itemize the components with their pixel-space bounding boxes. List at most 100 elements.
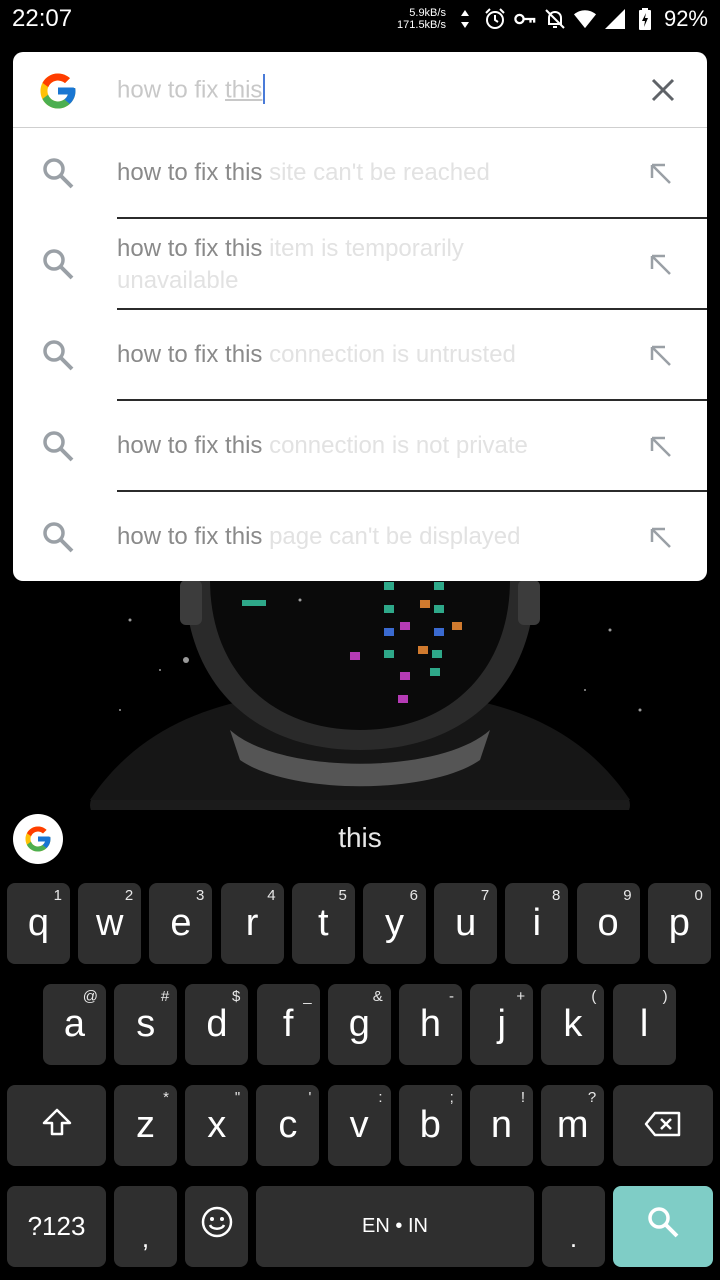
key-e[interactable]: e3 — [149, 883, 213, 964]
key-hint: 1 — [53, 887, 62, 904]
key-label: c — [278, 1104, 298, 1146]
clear-button[interactable] — [647, 74, 679, 106]
key-label: f — [282, 1003, 294, 1045]
key-f[interactable]: f _ — [256, 984, 320, 1065]
key-s[interactable]: s # — [114, 984, 178, 1065]
key-p[interactable]: p0 — [647, 883, 711, 964]
key-label: x — [207, 1104, 227, 1146]
key-label: u — [455, 902, 477, 944]
search-icon — [41, 338, 75, 372]
key-hint: ; — [449, 1089, 454, 1106]
key-hint: $ — [232, 988, 241, 1005]
fill-query-arrow-icon[interactable] — [647, 251, 673, 277]
key-d[interactable]: d $ — [185, 984, 249, 1065]
notifications-off-icon — [544, 8, 566, 30]
alarm-icon — [484, 8, 506, 30]
search-icon — [41, 156, 75, 190]
key-hint: ? — [587, 1089, 597, 1106]
search-key[interactable] — [613, 1186, 713, 1267]
net-down: 171.5kB/s — [397, 19, 446, 31]
key-label: o — [597, 902, 619, 944]
key-t[interactable]: t5 — [291, 883, 355, 964]
suggestion-completion: connection is not private — [269, 432, 528, 459]
key-label: t — [318, 902, 329, 944]
key-w[interactable]: w2 — [78, 883, 142, 964]
key-hint: + — [516, 988, 526, 1005]
emoji-key[interactable] — [185, 1186, 248, 1267]
suggestion-item[interactable]: how to fix this item is temporarily unav… — [13, 219, 707, 310]
suggestion-item[interactable]: how to fix this connection is untrusted — [13, 310, 707, 401]
key-c[interactable]: c ' — [256, 1085, 320, 1166]
key-n[interactable]: n! — [470, 1085, 533, 1166]
period-key[interactable]: . — [542, 1186, 605, 1267]
key-label: d — [206, 1003, 228, 1045]
keyboard-word-suggestion[interactable]: this — [0, 822, 720, 854]
signal-icon — [604, 8, 626, 30]
key-j[interactable]: j + — [470, 984, 534, 1065]
key-a[interactable]: a @ — [43, 984, 106, 1065]
fill-query-arrow-icon[interactable] — [647, 160, 673, 186]
suggestion-text: how to fix this item is temporarily unav… — [117, 233, 537, 297]
key-label: n — [490, 1104, 513, 1146]
fill-query-arrow-icon[interactable] — [647, 433, 673, 459]
key-hint: ! — [520, 1089, 525, 1106]
comma-key[interactable]: , — [114, 1186, 177, 1267]
key-z[interactable]: z * — [114, 1085, 177, 1166]
key-label: k — [563, 1003, 583, 1045]
key-h[interactable]: h- — [399, 984, 462, 1065]
key-label: b — [419, 1104, 441, 1146]
key-y[interactable]: y6 — [363, 883, 426, 964]
key-label: EN • IN — [362, 1215, 428, 1237]
key-v[interactable]: v: — [327, 1085, 391, 1166]
key-x[interactable]: x " — [185, 1085, 249, 1166]
suggestion-completion: connection is untrusted — [269, 341, 516, 368]
query-selected-text: this — [225, 76, 263, 104]
backspace-key[interactable] — [613, 1085, 713, 1166]
query-typed-text: how to fix — [117, 76, 226, 104]
key-label: ?123 — [27, 1211, 86, 1241]
fill-query-arrow-icon[interactable] — [647, 342, 673, 368]
key-g[interactable]: g & — [327, 984, 391, 1065]
key-i[interactable]: i8 — [505, 883, 569, 964]
symbols-key[interactable]: ?123 — [7, 1186, 106, 1267]
suggestion-item[interactable]: how to fix this site can't be reached — [13, 128, 707, 219]
search-icon — [646, 1205, 680, 1249]
wallpaper-astronaut — [0, 560, 720, 865]
key-k[interactable]: k( — [541, 984, 605, 1065]
battery-charging-icon — [634, 8, 656, 30]
text-caret — [263, 74, 266, 104]
battery-percent: 92% — [663, 6, 708, 31]
key-hint: 4 — [267, 887, 276, 904]
vpn-key-icon — [514, 8, 536, 30]
key-hint: & — [372, 988, 383, 1005]
suggestion-prefix: how to fix this — [117, 341, 270, 368]
search-icon — [41, 429, 75, 463]
space-key[interactable]: EN • IN — [256, 1186, 534, 1267]
key-label: , — [141, 1223, 150, 1253]
close-icon — [651, 78, 675, 102]
key-label: h — [419, 1003, 442, 1045]
search-input[interactable]: how to fix this — [117, 74, 266, 106]
shift-key[interactable] — [7, 1085, 106, 1166]
shift-icon — [41, 1104, 73, 1147]
suggestion-item[interactable]: how to fix this connection is not privat… — [13, 401, 707, 492]
fill-query-arrow-icon[interactable] — [647, 524, 673, 550]
key-hint: - — [449, 988, 454, 1005]
key-r[interactable]: r4 — [220, 883, 284, 964]
key-u[interactable]: u7 — [434, 883, 498, 964]
key-o[interactable]: o9 — [576, 883, 640, 964]
net-up: 5.9kB/s — [409, 7, 446, 19]
backspace-icon — [644, 1104, 682, 1147]
key-q[interactable]: q1 — [7, 883, 70, 964]
key-m[interactable]: m? — [541, 1085, 605, 1166]
suggestion-item[interactable]: how to fix this page can't be displayed — [13, 492, 707, 581]
key-hint: 3 — [196, 887, 205, 904]
key-label: q — [27, 902, 50, 944]
emoji-icon — [200, 1205, 234, 1249]
key-hint: * — [163, 1089, 169, 1106]
key-l[interactable]: l) — [612, 984, 676, 1065]
key-label: m — [556, 1104, 589, 1146]
key-b[interactable]: b; — [398, 1085, 462, 1166]
suggestion-list: how to fix this site can't be reached how… — [13, 128, 707, 581]
key-label: e — [170, 902, 192, 944]
